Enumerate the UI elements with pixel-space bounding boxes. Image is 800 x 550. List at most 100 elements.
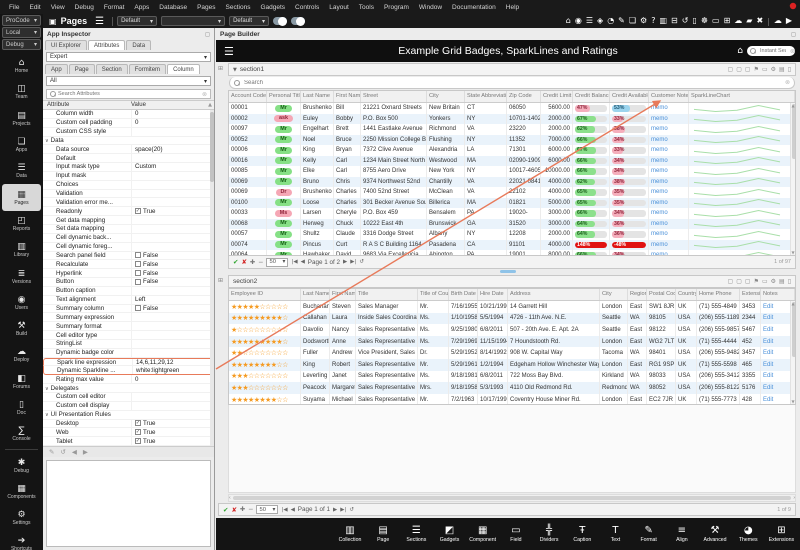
sidebar-item-data[interactable]: ☰Data xyxy=(0,158,43,184)
menu-program[interactable]: Program xyxy=(379,4,414,11)
subtab-column[interactable]: Column xyxy=(167,64,200,74)
property-value[interactable] xyxy=(131,393,214,401)
property-value[interactable]: Left xyxy=(131,296,214,304)
menu-view[interactable]: View xyxy=(46,4,70,11)
environment-select[interactable]: Local▾ xyxy=(2,27,41,38)
column-header[interactable]: State Abbreviation xyxy=(465,91,507,102)
customer-row[interactable]: 00069DrBrushenkoCharles7400 52nd StreetM… xyxy=(229,187,795,198)
debug-select[interactable]: Debug▾ xyxy=(2,39,41,50)
accept-icon[interactable]: ✔ xyxy=(233,258,238,266)
customer-row[interactable]: 00057MrShultzClaude3316 Dodge StreetAlba… xyxy=(229,229,795,240)
page-help-icon[interactable]: ? xyxy=(651,17,655,25)
popout-icon[interactable]: ▢ xyxy=(745,66,751,73)
home-icon[interactable]: ⌂ xyxy=(566,17,571,25)
dock-icon[interactable]: ◻ xyxy=(205,31,210,38)
sidebar-item-team[interactable]: ◫Team xyxy=(0,79,43,105)
star-rating[interactable]: ★★★★★★★★★☆ xyxy=(231,314,288,322)
last-page-icon[interactable]: ▶| xyxy=(340,507,346,513)
column-header[interactable]: Hire Date xyxy=(478,289,508,300)
column-header[interactable]: SparkLineChart xyxy=(689,91,795,102)
column-header[interactable]: Account Code xyxy=(229,91,267,102)
customer-row[interactable]: 00097MrEngelhartBrett1441 Eastlake Avenu… xyxy=(229,124,795,135)
column-header[interactable]: Last Name xyxy=(301,289,330,300)
clear-search-icon[interactable]: ⊗ xyxy=(790,48,795,55)
menu-edit[interactable]: Edit xyxy=(24,4,45,11)
monitor-icon[interactable]: ▭ xyxy=(712,17,720,25)
popout-icon[interactable]: ▢ xyxy=(745,278,751,285)
sidebar-item-projects[interactable]: ▤Projects xyxy=(0,106,43,132)
bottom-tool-format[interactable]: ✎Format xyxy=(632,525,665,543)
cell-link[interactable]: memo xyxy=(651,179,668,185)
section2-header[interactable]: section2 ▢▢▢⚑▭⚙▤▯ xyxy=(228,275,796,288)
column-header[interactable]: Title xyxy=(356,289,418,300)
star-rating[interactable]: ★★★★★☆☆☆☆☆ xyxy=(231,303,288,311)
security-icon[interactable]: ◈ xyxy=(597,17,603,25)
customer-row[interactable]: 00074MrPincusCurtR A S C Building 1164Pa… xyxy=(229,240,795,251)
sidebar-item-home[interactable]: ⌂Home xyxy=(0,53,43,79)
procode-select[interactable]: ProCode▾ xyxy=(2,15,41,26)
star-rating[interactable]: ★★★☆☆☆☆☆☆☆ xyxy=(231,384,288,392)
flag-icon[interactable]: ⚑ xyxy=(754,66,759,73)
bottom-tool-dividers[interactable]: ╬Dividers xyxy=(533,525,566,543)
cell-link[interactable]: memo xyxy=(651,147,668,153)
settings-icon[interactable]: ☸ xyxy=(701,17,708,25)
menu-format[interactable]: Format xyxy=(99,4,130,11)
checkbox-checked[interactable]: ✓ xyxy=(135,429,141,435)
property-value[interactable]: 0 xyxy=(131,119,214,127)
checkbox-unchecked[interactable] xyxy=(135,261,141,267)
menu-controls[interactable]: Controls xyxy=(290,4,324,11)
bottom-tool-extensions[interactable]: ⊞Extensions xyxy=(765,525,798,543)
column-header[interactable]: Extension xyxy=(740,289,761,300)
cancel-icon[interactable]: ✘ xyxy=(231,506,236,514)
page-copy-icon[interactable]: ❏ xyxy=(629,17,636,25)
property-value[interactable]: False xyxy=(131,305,214,313)
employee-row[interactable]: ★★★★★★★★☆☆KingRobertSales Representative… xyxy=(229,359,795,371)
property-value[interactable] xyxy=(131,349,214,357)
scroll-up-icon[interactable]: ▲ xyxy=(208,102,214,108)
checkbox-unchecked[interactable] xyxy=(135,252,141,258)
property-value[interactable]: 0 xyxy=(131,375,214,383)
toggle-switch-2[interactable] xyxy=(291,17,305,25)
save-icon[interactable]: ⊟ xyxy=(671,17,678,25)
employee-row[interactable]: ★★★☆☆☆☆☆☆☆LeverlingJanetSales Representa… xyxy=(229,371,795,383)
cell-link[interactable]: memo xyxy=(651,242,668,248)
grid1-search-input[interactable] xyxy=(242,79,783,87)
column-header[interactable]: Zip Code xyxy=(507,91,541,102)
edit-icon[interactable]: ✎ xyxy=(49,448,54,456)
bottom-tool-component[interactable]: ▦Component xyxy=(466,525,499,543)
property-value[interactable]: False xyxy=(131,278,214,286)
employee-row[interactable]: ★★☆☆☆☆☆☆☆☆FullerAndrewVice President, Sa… xyxy=(229,347,795,359)
column-header[interactable]: Employee ID xyxy=(229,289,301,300)
cell-link[interactable]: memo xyxy=(651,200,668,206)
cell-link[interactable]: memo xyxy=(651,189,668,195)
employee-row[interactable]: ★★★☆☆☆☆☆☆☆PeacockMargaretSales Represent… xyxy=(229,382,795,394)
bottom-tool-collection[interactable]: ▥Collection xyxy=(333,525,366,543)
scroll-up-icon[interactable]: ▲ xyxy=(791,301,795,306)
hamburger-menu-icon[interactable]: ☰ xyxy=(95,16,104,27)
customer-row[interactable]: 00016MrKellyCarl1234 Main Street NorthWe… xyxy=(229,156,795,167)
subtab-app[interactable]: App xyxy=(45,64,68,74)
property-value[interactable] xyxy=(131,331,214,339)
grid-scrollbar[interactable]: ▲▼ xyxy=(790,103,795,255)
cell-link[interactable]: Edit xyxy=(763,397,773,403)
customer-row[interactable]: 00002askEuleyBobbyP.O. Box 500YonkersNY1… xyxy=(229,114,795,125)
employee-row[interactable]: ★☆☆☆☆☆☆☆☆☆DavolioNancySales Representati… xyxy=(229,324,795,336)
cell-link[interactable]: Edit xyxy=(763,315,773,321)
menu-sections[interactable]: Sections xyxy=(221,4,256,11)
collapse-icon[interactable]: ▢ xyxy=(728,278,734,285)
inspector-scrollbar[interactable] xyxy=(210,110,214,446)
column-header[interactable]: Country xyxy=(676,289,697,300)
property-value[interactable] xyxy=(131,225,214,233)
badge-icon[interactable]: ▭ xyxy=(762,66,768,73)
add-page-icon[interactable]: ⊞ xyxy=(724,17,731,25)
theme-select[interactable]: Default▾ xyxy=(117,16,157,26)
tab-ui-explorer[interactable]: UI Explorer xyxy=(45,40,87,50)
dock-icon[interactable]: ◻ xyxy=(791,31,796,38)
cell-link[interactable]: Edit xyxy=(763,373,773,379)
column-header[interactable]: Credit Available xyxy=(610,91,649,102)
maximize-icon[interactable]: ▢ xyxy=(736,278,742,285)
cell-link[interactable]: memo xyxy=(651,158,668,164)
property-value[interactable]: 14,6,11,29,12 xyxy=(132,359,213,366)
column-header[interactable]: Personal Title xyxy=(267,91,301,102)
bottom-tool-themes[interactable]: ◕Themes xyxy=(732,525,765,543)
